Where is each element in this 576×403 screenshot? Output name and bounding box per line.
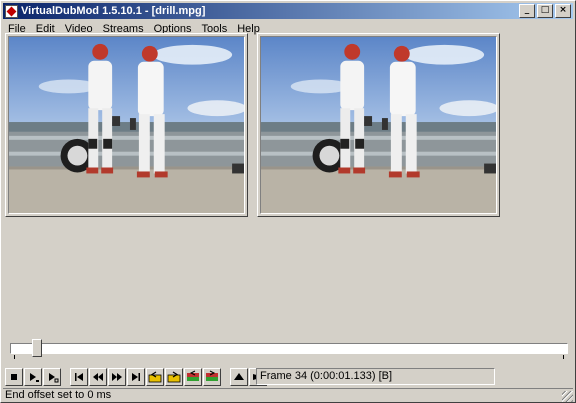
play-output-button[interactable] xyxy=(43,368,61,386)
end-button[interactable] xyxy=(127,368,145,386)
forward-button[interactable] xyxy=(108,368,126,386)
minimize-button[interactable]: _ xyxy=(519,4,535,18)
skip-end-icon xyxy=(132,373,140,381)
mark-in-button[interactable] xyxy=(230,368,248,386)
step-forward-icon xyxy=(112,373,122,381)
mark-in-icon xyxy=(234,373,244,380)
app-icon[interactable] xyxy=(5,4,18,18)
maximize-button[interactable]: □ xyxy=(537,4,553,18)
slider-track[interactable] xyxy=(10,343,568,354)
playback-toolbar xyxy=(5,367,268,387)
play-input-icon xyxy=(30,373,39,382)
play-input-button[interactable] xyxy=(24,368,42,386)
window-title: VirtualDubMod 1.5.10.1 - [drill.mpg] xyxy=(21,5,206,17)
output-video-frame xyxy=(260,36,497,214)
slider-tick xyxy=(14,355,15,359)
play-output-icon xyxy=(49,373,59,383)
status-bar: End offset set to 0 ms xyxy=(3,388,573,402)
slider-thumb[interactable] xyxy=(32,339,42,362)
prev-keyframe-icon xyxy=(148,371,162,383)
stop-icon xyxy=(11,374,17,380)
slider-tick xyxy=(563,355,564,359)
position-slider[interactable] xyxy=(10,339,568,362)
input-video-pane[interactable] xyxy=(5,33,248,217)
scene-forward-icon xyxy=(206,370,218,381)
video-frame-image xyxy=(9,37,244,213)
scene-back-icon xyxy=(187,370,199,381)
video-frame-image xyxy=(261,37,496,213)
resize-grip[interactable] xyxy=(562,391,573,402)
next-keyframe-button[interactable] xyxy=(165,368,183,386)
step-back-icon xyxy=(93,373,103,381)
skip-start-icon xyxy=(75,373,83,381)
close-button[interactable]: × xyxy=(555,4,571,18)
next-keyframe-icon xyxy=(167,371,181,383)
scene-back-button[interactable] xyxy=(184,368,202,386)
stop-button[interactable] xyxy=(5,368,23,386)
output-video-pane[interactable] xyxy=(257,33,500,217)
app-window: VirtualDubMod 1.5.10.1 - [drill.mpg] _ □… xyxy=(0,0,576,403)
input-video-frame xyxy=(8,36,245,214)
title-bar[interactable]: VirtualDubMod 1.5.10.1 - [drill.mpg] _ □… xyxy=(3,3,573,19)
prev-keyframe-button[interactable] xyxy=(146,368,164,386)
back-button[interactable] xyxy=(89,368,107,386)
status-text: End offset set to 0 ms xyxy=(5,389,112,401)
scene-forward-button[interactable] xyxy=(203,368,221,386)
frame-indicator: Frame 34 (0:00:01.133) [B] xyxy=(256,368,495,385)
start-button[interactable] xyxy=(70,368,88,386)
caption-buttons: _ □ × xyxy=(519,4,571,18)
